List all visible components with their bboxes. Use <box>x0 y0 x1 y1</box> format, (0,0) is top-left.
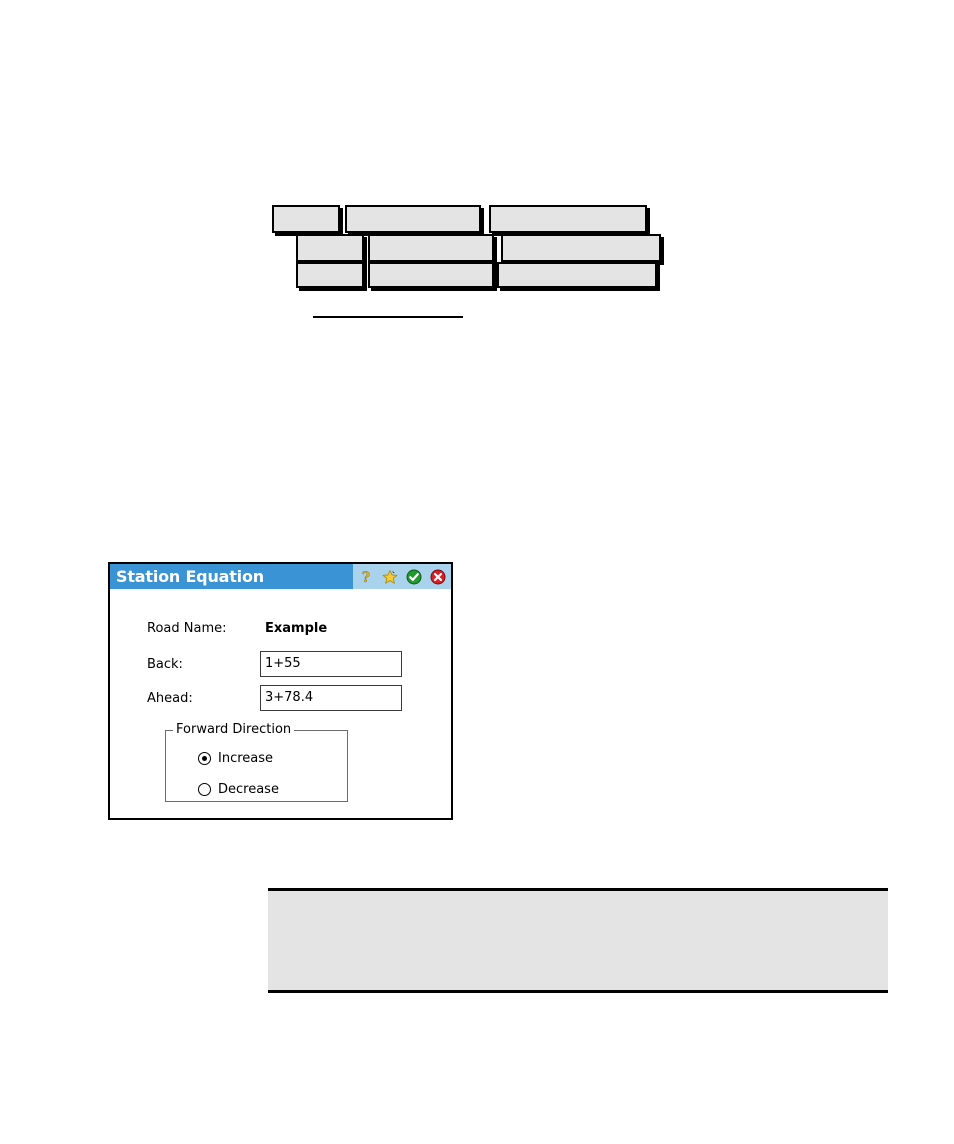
table-row <box>296 262 364 288</box>
radio-increase-icon[interactable] <box>198 752 211 765</box>
table-row <box>296 234 364 262</box>
road-name-label: Road Name: <box>147 621 227 636</box>
forward-direction-legend: Forward Direction <box>173 722 295 737</box>
ahead-input[interactable]: 3+78.4 <box>260 685 402 711</box>
dialog-title: Station Equation <box>110 564 270 589</box>
table-row <box>501 234 661 262</box>
table-row <box>272 205 340 233</box>
radio-decrease-label: Decrease <box>218 782 279 797</box>
back-label: Back: <box>147 657 183 672</box>
help-icon[interactable]: ? <box>358 569 374 585</box>
titlebar-spacer <box>269 564 353 589</box>
station-equation-dialog: Station Equation ? Road Name: Example Ba… <box>108 562 453 820</box>
radio-option-decrease[interactable]: Decrease <box>198 782 279 797</box>
ahead-label: Ahead: <box>147 691 193 706</box>
favorite-star-icon[interactable] <box>382 569 398 585</box>
back-input[interactable]: 1+55 <box>260 651 402 677</box>
radio-increase-label: Increase <box>218 751 274 766</box>
titlebar-icon-strip: ? <box>353 564 451 589</box>
radio-decrease-icon[interactable] <box>198 783 211 796</box>
ok-check-icon[interactable] <box>406 569 422 585</box>
close-icon[interactable] <box>430 569 446 585</box>
dialog-titlebar: Station Equation ? <box>110 564 451 589</box>
divider-rule <box>313 316 463 318</box>
table-row <box>497 262 657 288</box>
table-row <box>368 262 494 288</box>
document-page: Station Equation ? Road Name: Example Ba… <box>0 0 954 1144</box>
svg-text:?: ? <box>362 570 370 585</box>
redacted-note-block <box>268 888 888 993</box>
forward-direction-groupbox: Forward Direction Increase Decrease <box>165 722 348 802</box>
table-row <box>345 205 481 233</box>
table-row <box>368 234 494 262</box>
dialog-body: Road Name: Example Back: 1+55 Ahead: 3+7… <box>110 589 451 818</box>
road-name-value: Example <box>265 621 328 636</box>
table-row <box>489 205 647 233</box>
radio-option-increase[interactable]: Increase <box>198 751 273 766</box>
